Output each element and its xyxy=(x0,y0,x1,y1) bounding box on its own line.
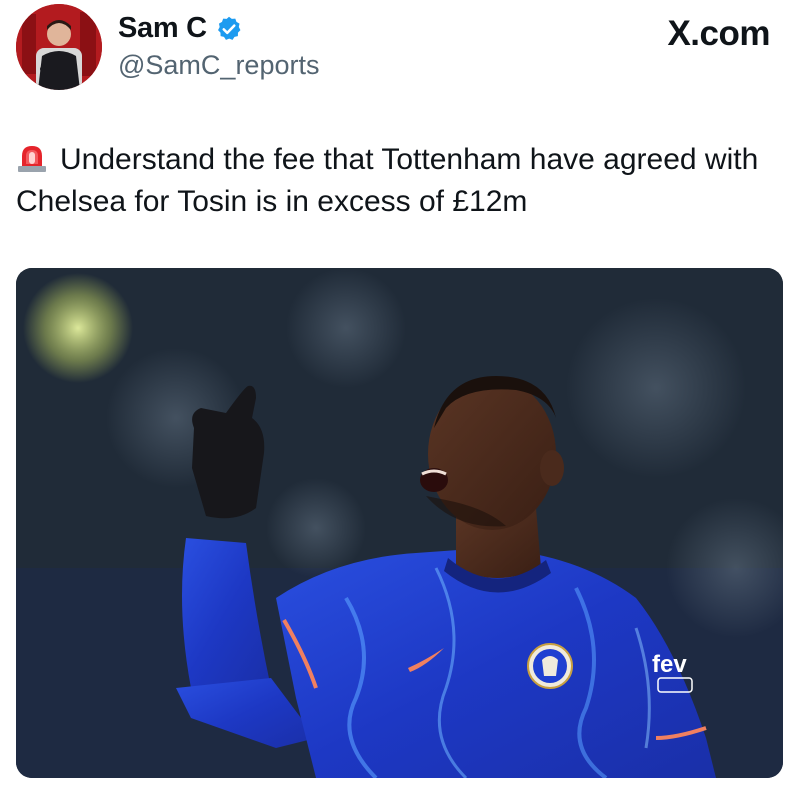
post-card: Sam C @SamC_reports X.com Understand the… xyxy=(0,0,800,796)
shirt-sponsor-text: fev xyxy=(652,651,687,678)
x-brand-label: X.com xyxy=(667,14,770,53)
author-avatar[interactable] xyxy=(16,4,102,90)
verified-badge-icon xyxy=(215,15,243,43)
author-row: Sam C xyxy=(118,12,243,45)
tweet-media-image[interactable]: fev xyxy=(16,268,783,778)
author-handle[interactable]: @SamC_reports xyxy=(118,50,319,81)
tweet-text-block: Understand the fee that Tottenham have a… xyxy=(16,139,786,223)
player-photo: fev xyxy=(16,268,783,778)
author-name[interactable]: Sam C xyxy=(118,12,207,45)
siren-icon xyxy=(16,142,48,172)
avatar-image xyxy=(16,4,102,90)
tweet-text: Understand the fee that Tottenham have a… xyxy=(16,143,759,218)
